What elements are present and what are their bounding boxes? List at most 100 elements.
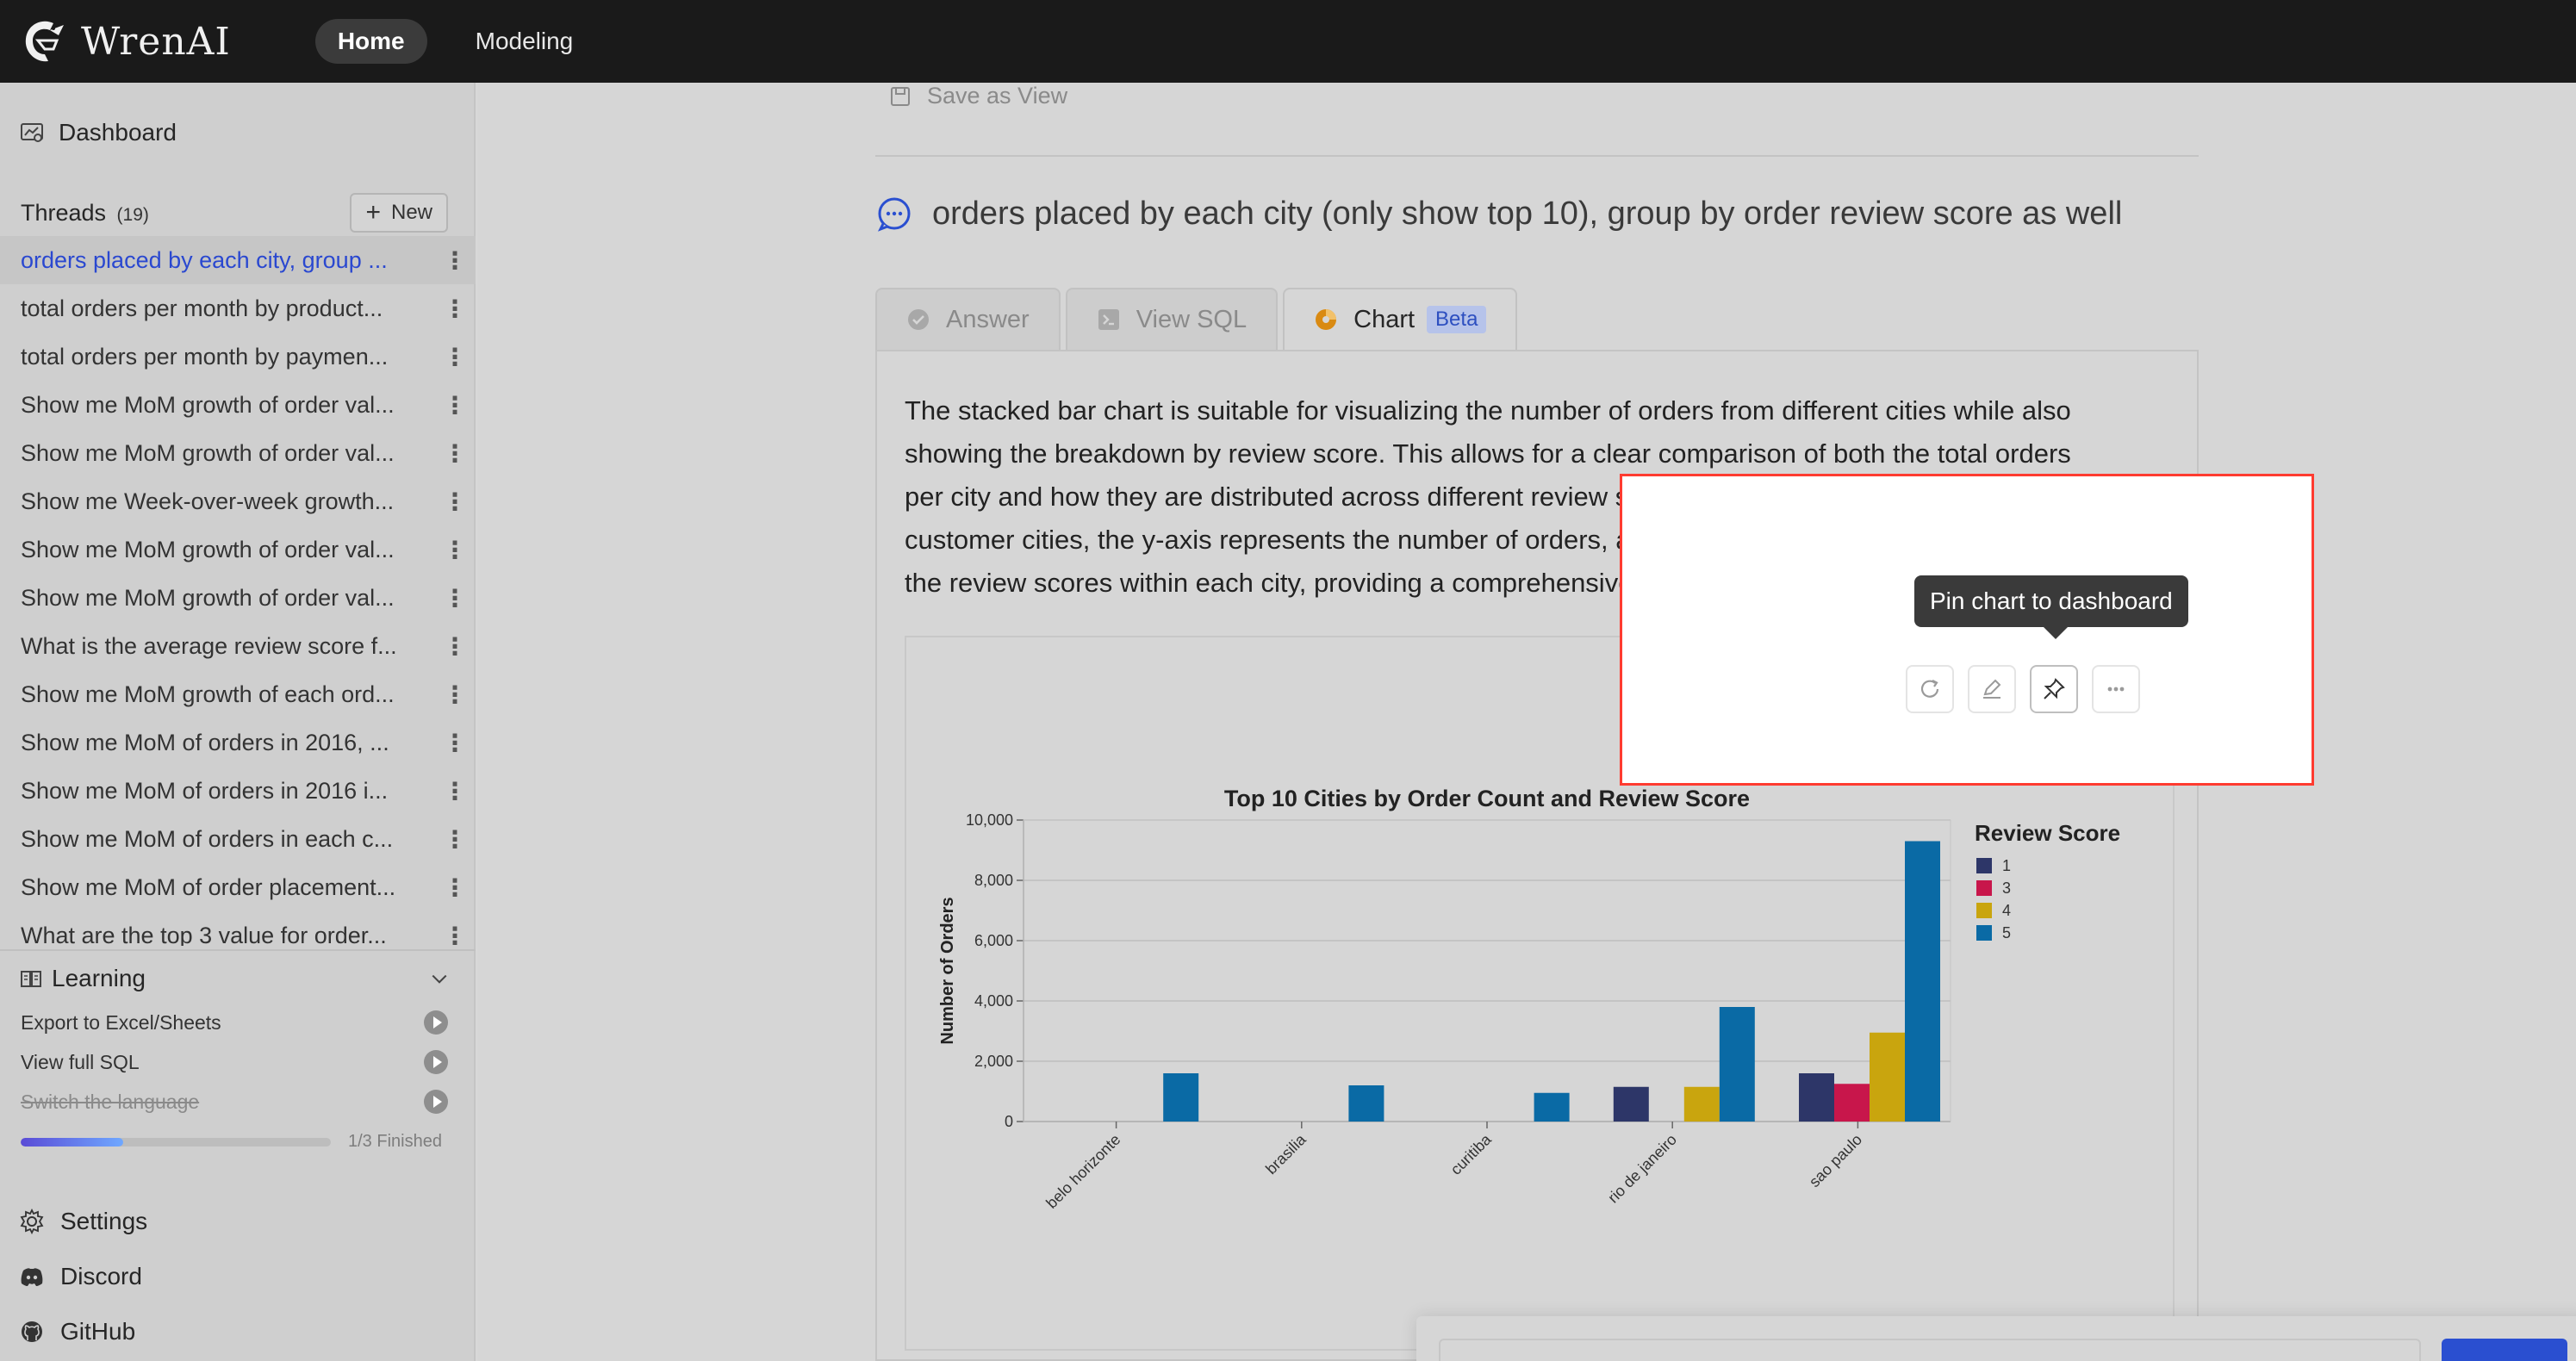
threads-header: Threads (19) + New [21, 193, 448, 233]
chat-bubble-icon [877, 197, 911, 232]
learning-progress: 1/3 Finished [0, 1132, 476, 1152]
thread-title: total orders per month by paymen... [21, 343, 389, 370]
more-vertical-icon[interactable]: ⋮ [443, 729, 467, 757]
bar [1163, 1073, 1199, 1122]
more-vertical-icon[interactable]: ⋮ [443, 777, 467, 805]
bar [1719, 1007, 1755, 1122]
more-vertical-icon[interactable]: ⋮ [443, 536, 467, 564]
learning-item-label: Export to Excel/Sheets [21, 1010, 221, 1034]
y-tick-label: 0 [1005, 1113, 1013, 1130]
github-label: GitHub [60, 1318, 136, 1345]
reload-button[interactable] [1906, 665, 1954, 713]
thread-item[interactable]: Show me MoM growth of order val... ⋮ [0, 429, 476, 477]
discord-link[interactable]: Discord [19, 1249, 147, 1304]
thread-title: orders placed by each city, group ... [21, 246, 388, 273]
thread-item[interactable]: Show me MoM of orders in 2016, ... ⋮ [0, 718, 476, 767]
more-vertical-icon[interactable]: ⋮ [443, 439, 467, 468]
more-vertical-icon[interactable]: ⋮ [443, 632, 467, 661]
sidebar-item-dashboard[interactable]: Dashboard [19, 119, 177, 146]
thread-title: total orders per month by product... [21, 295, 383, 321]
thread-title: Show me MoM of orders in 2016, ... [21, 729, 389, 755]
thread-title: Show me MoM growth of order val... [21, 584, 395, 611]
bar [1799, 1073, 1834, 1122]
question-text: orders placed by each city (only show to… [932, 195, 2123, 232]
progress-fill [21, 1137, 123, 1147]
x-tick-label: brasilia [1262, 1130, 1310, 1178]
thread-item[interactable]: Show me MoM growth of order val... ⋮ [0, 574, 476, 622]
tab-chart[interactable]: Chart Beta [1283, 288, 1518, 350]
thread-item[interactable]: Show me MoM growth of each ord... ⋮ [0, 670, 476, 718]
dashboard-icon [21, 123, 43, 142]
thread-item[interactable]: Show me MoM growth of order val... ⋮ [0, 381, 476, 429]
nav-modeling[interactable]: Modeling [453, 19, 596, 64]
more-vertical-icon[interactable]: ⋮ [443, 488, 467, 516]
bar [1534, 1092, 1570, 1122]
more-button[interactable] [2092, 665, 2140, 713]
more-vertical-icon[interactable]: ⋮ [443, 246, 467, 275]
thread-item[interactable]: Show me MoM of orders in 2016 i... ⋮ [0, 767, 476, 815]
threads-title: Threads [21, 199, 107, 226]
thread-title: Show me MoM growth of order val... [21, 391, 395, 418]
thread-item[interactable]: What are the top 3 value for order... ⋮ [0, 911, 476, 947]
learning-header[interactable]: Learning [0, 965, 476, 992]
y-tick-label: 6,000 [974, 932, 1013, 949]
thread-title: Show me MoM of order placement... [21, 873, 396, 900]
learning-item[interactable]: View full SQL [0, 1042, 476, 1082]
thread-item[interactable]: Show me Week-over-week growth... ⋮ [0, 477, 476, 525]
tab-answer[interactable]: Answer [875, 288, 1061, 350]
ask-bar: Ask [1416, 1316, 2576, 1361]
learning-item[interactable]: Export to Excel/Sheets [0, 1003, 476, 1042]
sidebar-footer: Settings Discord GitHub [19, 1194, 147, 1359]
play-icon[interactable] [424, 1050, 448, 1074]
thread-item[interactable]: total orders per month by paymen... ⋮ [0, 332, 476, 381]
new-thread-label: New [390, 201, 432, 224]
thread-item[interactable]: Show me MoM of orders in each c... ⋮ [0, 815, 476, 863]
ask-button[interactable]: Ask [2442, 1339, 2567, 1361]
settings-link[interactable]: Settings [19, 1194, 147, 1249]
x-tick-label: curitiba [1447, 1130, 1496, 1178]
github-link[interactable]: GitHub [19, 1304, 147, 1359]
thread-item[interactable]: Show me MoM growth of order val... ⋮ [0, 525, 476, 574]
chevron-down-icon[interactable] [429, 968, 450, 989]
save-as-view-button[interactable]: Save as View [889, 83, 1067, 109]
progress-text: 1/3 Finished [348, 1132, 442, 1151]
more-vertical-icon[interactable]: ⋮ [443, 922, 467, 947]
new-thread-button[interactable]: + New [350, 193, 448, 233]
more-vertical-icon[interactable]: ⋮ [443, 343, 467, 371]
learning-item[interactable]: Switch the language [0, 1082, 476, 1122]
tab-view-sql[interactable]: View SQL [1065, 288, 1279, 350]
thread-item[interactable]: What is the average review score f... ⋮ [0, 622, 476, 670]
more-vertical-icon[interactable]: ⋮ [443, 295, 467, 323]
thread-item[interactable]: Show me MoM of order placement... ⋮ [0, 863, 476, 911]
more-vertical-icon[interactable]: ⋮ [443, 584, 467, 612]
nav-home[interactable]: Home [314, 19, 427, 64]
bar [1834, 1084, 1870, 1122]
threads-count: (19) [116, 204, 149, 225]
beta-badge: Beta [1427, 306, 1487, 333]
thread-title: Show me Week-over-week growth... [21, 488, 395, 514]
pin-button[interactable] [2030, 665, 2078, 713]
answer-tabs: Answer View SQL Chart Beta [875, 288, 1522, 350]
more-vertical-icon[interactable]: ⋮ [443, 680, 467, 709]
thread-item[interactable]: total orders per month by product... ⋮ [0, 284, 476, 332]
tab-view-sql-label: View SQL [1136, 305, 1248, 333]
thread-item[interactable]: orders placed by each city, group ... ⋮ [0, 236, 476, 284]
bar [1905, 841, 1940, 1122]
edit-button[interactable] [1968, 665, 2016, 713]
code-icon [1098, 309, 1119, 330]
github-icon [22, 1321, 42, 1342]
play-icon[interactable] [424, 1010, 448, 1035]
x-tick-label: belo horizonte [1042, 1131, 1123, 1212]
logo[interactable]: WrenAI [19, 15, 231, 68]
legend-label: 5 [2002, 924, 2011, 942]
more-vertical-icon[interactable]: ⋮ [443, 873, 467, 902]
more-vertical-icon[interactable]: ⋮ [443, 391, 467, 419]
more-vertical-icon[interactable]: ⋮ [443, 825, 467, 854]
thread-list: orders placed by each city, group ... ⋮ t… [0, 236, 476, 946]
play-icon[interactable] [424, 1090, 448, 1114]
discord-label: Discord [60, 1263, 142, 1290]
more-horizontal-icon [2107, 687, 2125, 692]
ask-input[interactable] [1439, 1339, 2421, 1361]
gear-icon [20, 1209, 44, 1234]
plus-icon: + [365, 198, 381, 227]
